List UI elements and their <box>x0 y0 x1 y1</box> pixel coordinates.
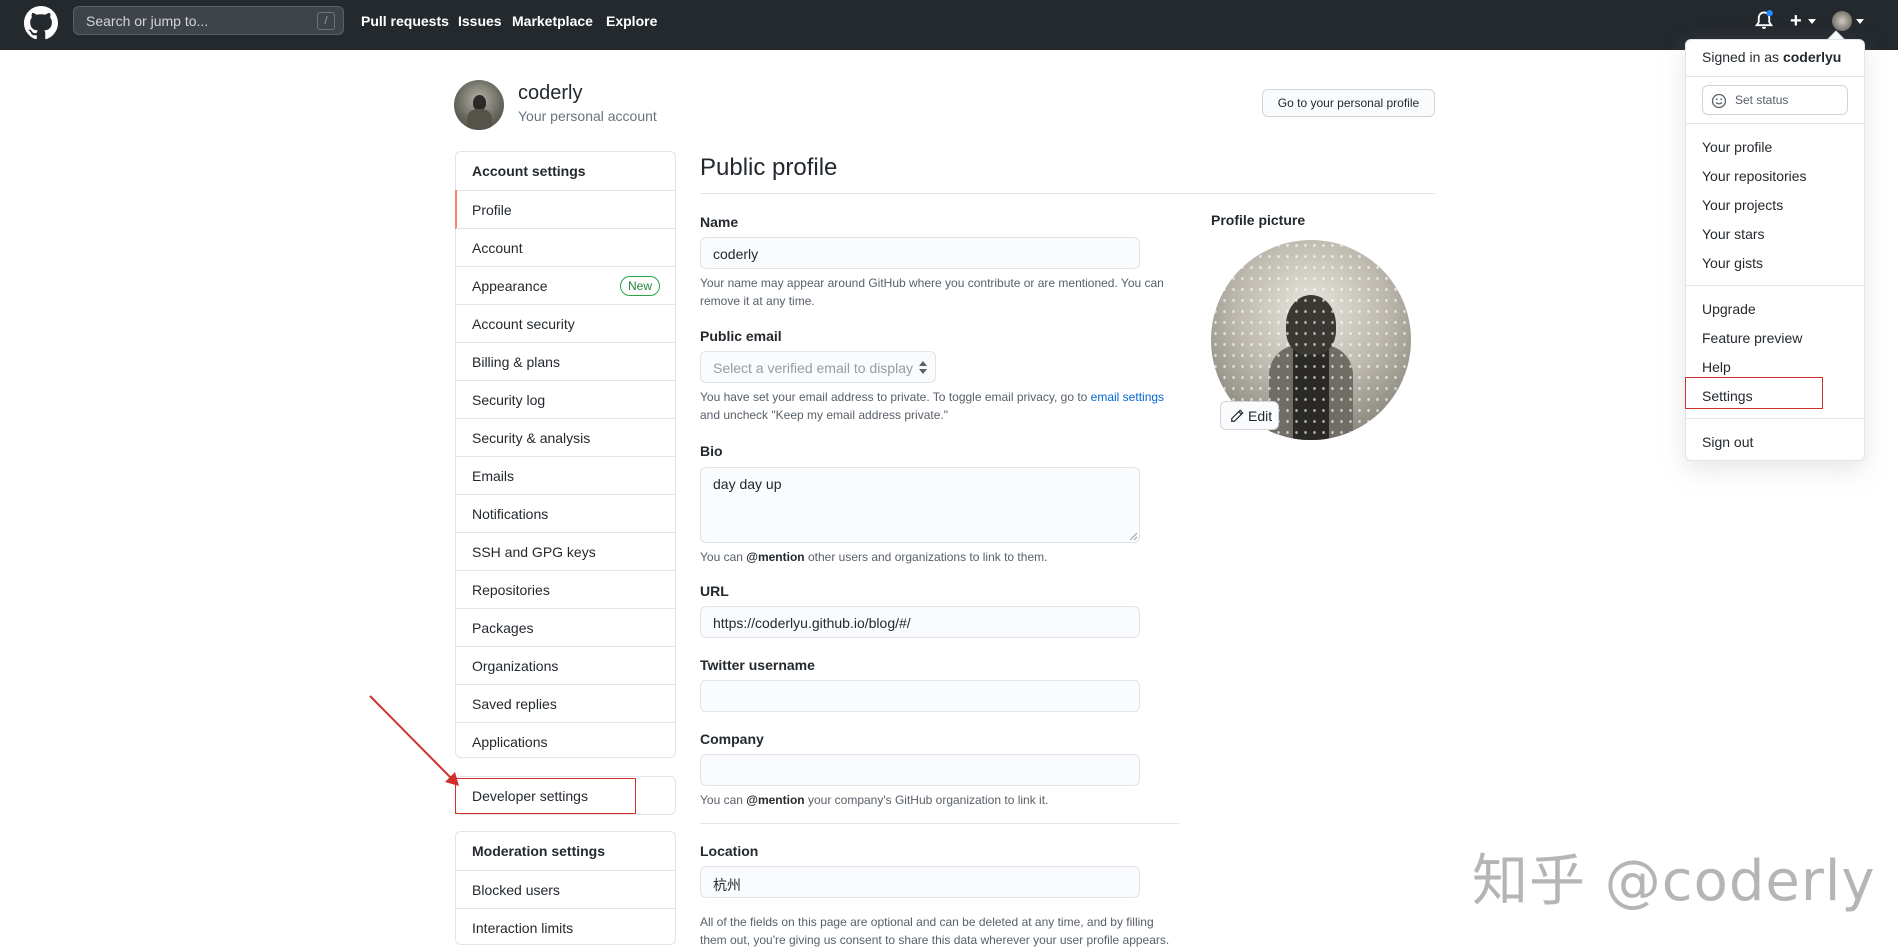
signed-in-as: Signed in as coderlyu <box>1702 49 1842 65</box>
menu-help[interactable]: Help <box>1702 359 1731 375</box>
public-email-label: Public email <box>700 328 782 344</box>
bio-note: You can @mention other users and organiz… <box>700 550 1048 564</box>
sidebar-item-billing[interactable]: Billing & plans <box>456 342 675 380</box>
sidebar-item-appearance[interactable]: Appearance New <box>456 266 675 304</box>
bio-textarea[interactable]: day day up <box>700 467 1140 543</box>
annotation-box-developer-settings <box>455 778 636 814</box>
account-subtitle: Your personal account <box>518 108 657 124</box>
pencil-icon <box>1231 409 1244 422</box>
resize-handle-icon[interactable] <box>1129 532 1137 540</box>
bio-label: Bio <box>700 443 723 459</box>
public-email-select[interactable]: Select a verified email to display <box>700 351 936 383</box>
sidebar-item-notifications[interactable]: Notifications <box>456 494 675 532</box>
optional-fields-note: All of the fields on this page are optio… <box>700 915 1170 947</box>
sidebar-item-repositories[interactable]: Repositories <box>456 570 675 608</box>
twitter-label: Twitter username <box>700 657 815 673</box>
twitter-input[interactable] <box>700 680 1140 712</box>
plus-caret-icon[interactable] <box>1808 19 1816 25</box>
page-title: Public profile <box>700 154 838 181</box>
account-avatar <box>454 80 504 130</box>
sidebar-item-ssh-gpg-keys[interactable]: SSH and GPG keys <box>456 532 675 570</box>
location-label: Location <box>700 843 759 859</box>
url-input[interactable]: https://coderlyu.github.io/blog/#/ <box>700 606 1140 638</box>
watermark-text: 知乎 @coderly <box>1472 849 1876 914</box>
nav-issues[interactable]: Issues <box>458 13 502 29</box>
go-to-profile-button[interactable]: Go to your personal profile <box>1262 89 1435 117</box>
menu-your-repositories[interactable]: Your repositories <box>1702 168 1807 184</box>
annotation-arrow-icon <box>369 695 459 786</box>
sidebar-item-profile[interactable]: Profile <box>455 190 675 229</box>
sidebar-item-packages[interactable]: Packages <box>456 608 675 646</box>
search-shortcut-key: / <box>317 12 335 30</box>
annotation-box-settings <box>1685 377 1823 409</box>
search-input[interactable]: Search or jump to... / <box>73 6 344 35</box>
account-settings-menu: Account settings Profile Account Appeara… <box>455 151 676 758</box>
name-label: Name <box>700 214 739 230</box>
top-navbar: Search or jump to... / Pull requests Iss… <box>0 0 1898 50</box>
nav-marketplace[interactable]: Marketplace <box>512 13 593 29</box>
sidebar-item-account[interactable]: Account <box>456 228 675 266</box>
menu-upgrade[interactable]: Upgrade <box>1702 301 1756 317</box>
sidebar-item-organizations[interactable]: Organizations <box>456 646 675 684</box>
company-input[interactable] <box>700 754 1140 786</box>
sidebar-item-blocked-users[interactable]: Blocked users <box>456 870 675 908</box>
user-avatar[interactable] <box>1832 11 1852 31</box>
create-new-plus-icon[interactable]: + <box>1790 10 1802 33</box>
sidebar-item-security-analysis[interactable]: Security & analysis <box>456 418 675 456</box>
search-placeholder: Search or jump to... <box>86 13 209 29</box>
name-note: Your name may appear around GitHub where… <box>700 276 1164 308</box>
public-email-note: You have set your email address to priva… <box>700 390 1165 422</box>
nav-explore[interactable]: Explore <box>606 13 657 29</box>
sidebar-item-emails[interactable]: Emails <box>456 456 675 494</box>
avatar-caret-icon[interactable] <box>1856 19 1864 25</box>
title-divider <box>700 193 1435 194</box>
sidebar-item-saved-replies[interactable]: Saved replies <box>456 684 675 722</box>
menu-your-gists[interactable]: Your gists <box>1702 255 1763 271</box>
email-settings-link[interactable]: email settings <box>1091 390 1164 404</box>
new-badge: New <box>620 276 661 296</box>
menu-heading-account-settings: Account settings <box>472 163 586 179</box>
notifications-bell-icon[interactable] <box>1754 10 1774 32</box>
moderation-settings-menu: Moderation settings Blocked users Intera… <box>455 831 676 945</box>
sidebar-item-interaction-limits[interactable]: Interaction limits <box>456 908 675 946</box>
edit-picture-button[interactable]: Edit <box>1220 401 1279 430</box>
account-name: coderly <box>518 82 583 104</box>
selected-indicator <box>455 190 457 229</box>
company-label: Company <box>700 731 764 747</box>
url-label: URL <box>700 583 729 599</box>
sidebar-item-security-log[interactable]: Security log <box>456 380 675 418</box>
menu-your-stars[interactable]: Your stars <box>1702 226 1765 242</box>
menu-heading-moderation: Moderation settings <box>472 843 606 859</box>
name-input[interactable]: coderly <box>700 237 1140 269</box>
sidebar-item-account-security[interactable]: Account security <box>456 304 675 342</box>
section-divider <box>700 823 1179 824</box>
select-arrows-icon <box>919 361 927 374</box>
menu-sign-out[interactable]: Sign out <box>1702 434 1753 450</box>
nav-pull-requests[interactable]: Pull requests <box>361 13 449 29</box>
menu-feature-preview[interactable]: Feature preview <box>1702 330 1802 346</box>
github-logo-icon[interactable] <box>24 6 58 40</box>
company-note: You can @mention your company's GitHub o… <box>700 793 1049 807</box>
menu-your-profile[interactable]: Your profile <box>1702 139 1772 155</box>
profile-picture-label: Profile picture <box>1211 212 1306 228</box>
set-status-button[interactable]: Set status <box>1702 85 1848 115</box>
menu-your-projects[interactable]: Your projects <box>1702 197 1783 213</box>
sidebar-item-applications[interactable]: Applications <box>456 722 675 760</box>
smiley-icon <box>1711 93 1727 109</box>
location-input[interactable]: 杭州 <box>700 866 1140 898</box>
